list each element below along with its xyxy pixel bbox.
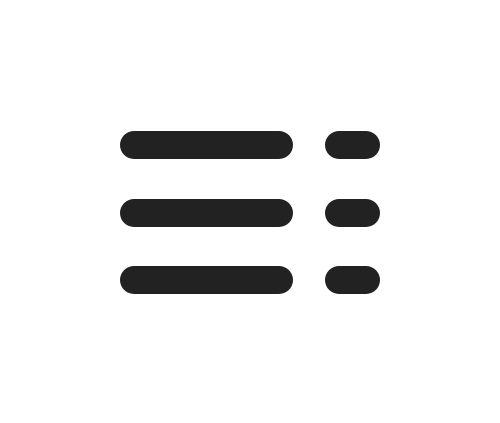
icon-canvas xyxy=(0,0,500,418)
list-rows xyxy=(120,131,380,294)
row-1-short-bar xyxy=(325,131,380,159)
row-2-long-bar xyxy=(120,199,293,227)
row-3-long-bar xyxy=(120,266,293,294)
row-1-long-bar xyxy=(120,131,293,159)
list-details-icon xyxy=(0,0,500,418)
list-row-2 xyxy=(120,199,380,227)
row-2-short-bar xyxy=(325,199,380,227)
row-3-short-bar xyxy=(325,266,380,294)
list-row-3 xyxy=(120,266,380,294)
list-row-1 xyxy=(120,131,380,159)
